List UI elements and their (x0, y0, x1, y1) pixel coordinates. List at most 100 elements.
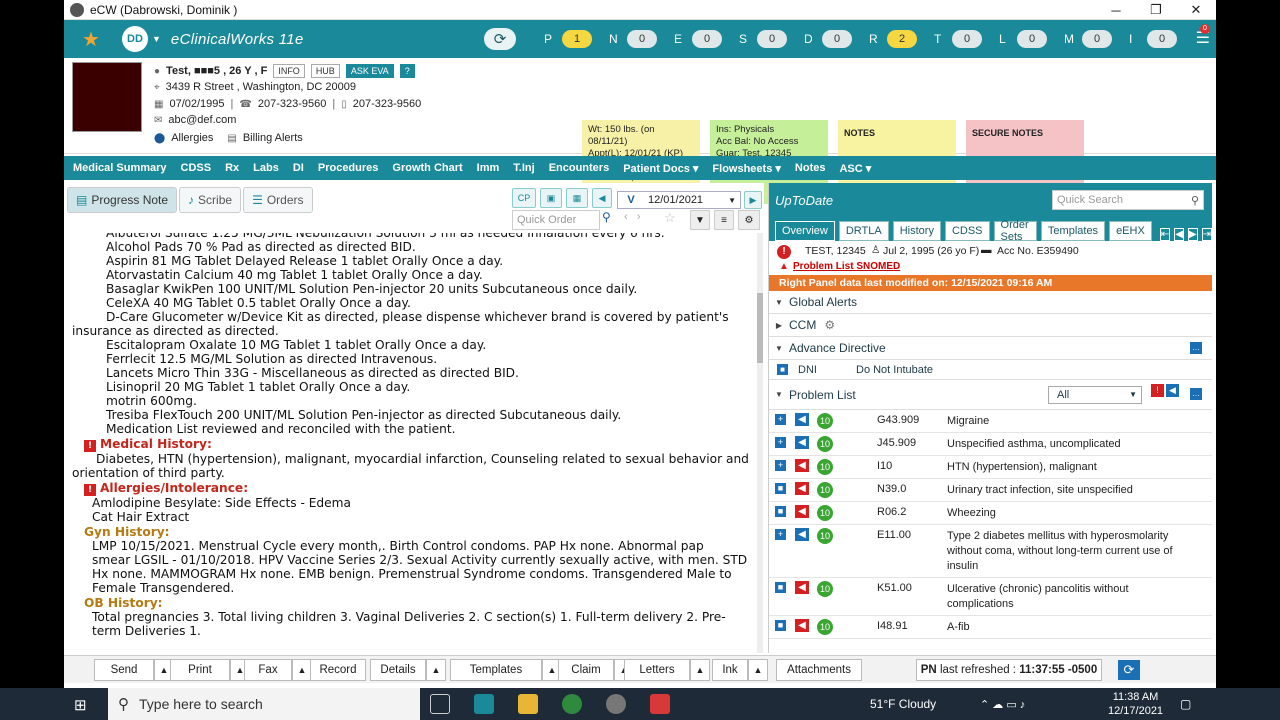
note-scrollbar[interactable] (757, 233, 763, 653)
nav-item[interactable]: DI (293, 162, 304, 174)
nav-item[interactable]: Encounters (549, 162, 610, 174)
weather[interactable]: 51°F Cloudy (870, 688, 936, 720)
jellybean-t[interactable]: T0 (934, 30, 982, 48)
claim-button[interactable]: Claim (558, 659, 614, 681)
problem-row[interactable]: + ◀ 10 I10 HTN (hypertension), malignant (769, 456, 1212, 479)
app-s-icon[interactable] (650, 694, 670, 714)
nav-item[interactable]: Procedures (318, 162, 379, 174)
nav-item[interactable]: CDSS (181, 162, 212, 174)
jellybean-p[interactable]: P1 (544, 30, 592, 48)
problem-list-section[interactable]: ▼ Problem List All ▼ ! ◀ … (769, 380, 1212, 410)
caret-up-icon[interactable]: ▲ (292, 659, 312, 681)
favorite-star-icon[interactable]: ☆ (664, 210, 676, 226)
nav-item[interactable]: Labs (253, 162, 279, 174)
nav-item[interactable]: Flowsheets ▾ (712, 162, 780, 175)
fax-button[interactable]: Fax (244, 659, 292, 681)
letters-button[interactable]: Letters (624, 659, 690, 681)
caret-up-icon[interactable]: ▲ (748, 659, 768, 681)
jellybean-i[interactable]: I0 (1129, 30, 1177, 48)
record-button[interactable]: Record (310, 659, 366, 681)
expand-icon[interactable]: + (775, 460, 786, 471)
document-icon[interactable]: ▣ (540, 188, 562, 208)
send-button[interactable]: Send (94, 659, 154, 681)
back-arrow-icon[interactable]: ◀ (795, 505, 809, 518)
billing-alerts-link[interactable]: Billing Alerts (243, 132, 303, 144)
cp-button[interactable]: CP (512, 188, 536, 208)
hub-button[interactable]: HUB (310, 64, 340, 78)
jellybean-d[interactable]: D0 (804, 30, 852, 48)
nav-item[interactable]: Imm (477, 162, 500, 174)
notification-icon[interactable]: ▢ (1180, 688, 1191, 720)
note-content[interactable]: Albuterol Sulfate 1.25 MG/3ML Nebulizati… (72, 233, 752, 653)
tab-cdss[interactable]: CDSS (944, 221, 990, 241)
filter-icon[interactable]: ▼ (690, 210, 710, 230)
attachments-button[interactable]: Attachments (776, 659, 862, 681)
jellybean-s[interactable]: S0 (739, 30, 787, 48)
back-arrow-icon[interactable]: ◀ (795, 619, 809, 632)
prev-arrow-icon[interactable]: ◀ (1174, 228, 1184, 241)
alert-icon[interactable]: ! (1151, 384, 1164, 397)
back-arrow-icon[interactable]: ◀ (795, 459, 809, 472)
back-arrow-icon[interactable]: ◀ (795, 436, 809, 449)
nav-item[interactable]: Growth Chart (392, 162, 462, 174)
expand-icon[interactable]: + (775, 437, 786, 448)
tab-order-sets[interactable]: Order Sets (993, 219, 1037, 243)
settings-icon[interactable]: ⚙ (738, 210, 760, 230)
problem-row[interactable]: ■ ◀ 10 K51.00 Ulcerative (chronic) pancoliti… (769, 578, 1212, 616)
patient-photo[interactable] (72, 62, 142, 132)
caret-up-icon[interactable]: ▲ (690, 659, 710, 681)
back-arrow-icon[interactable]: ◀ (592, 188, 612, 208)
star-icon[interactable]: ★ (76, 27, 106, 52)
tab-templates[interactable]: Templates (1040, 221, 1106, 241)
checklist-icon[interactable]: ≡ (714, 210, 734, 230)
first-arrow-icon[interactable]: ⇤ (1159, 228, 1171, 241)
back-arrow-icon[interactable]: ◀ (1166, 384, 1179, 397)
nav-item[interactable]: Notes (795, 162, 826, 174)
ccm-section[interactable]: ▶ CCM ⚙ (769, 314, 1212, 337)
problem-row[interactable]: + ◀ 10 J45.909 Unspecified asthma, uncomplic… (769, 433, 1212, 456)
advance-directive-section[interactable]: ▼ Advance Directive… (769, 337, 1212, 360)
allergies-link[interactable]: Allergies (171, 132, 213, 144)
problem-row[interactable]: + ◀ 10 E11.00 Type 2 diabetes mellitus with … (769, 525, 1212, 578)
jellybean-r[interactable]: R2 (869, 30, 917, 48)
problem-row[interactable]: ■ ◀ 10 N39.0 Urinary tract infection, site u… (769, 479, 1212, 502)
windows-start-icon[interactable]: ⊞ (74, 696, 87, 714)
clock[interactable]: 11:38 AM 12/17/2021 (1108, 688, 1163, 720)
taskbar-search[interactable]: ⚲ Type here to search (108, 688, 420, 720)
more-icon[interactable]: … (1190, 342, 1202, 354)
print-button[interactable]: Print (170, 659, 230, 681)
tab-overview[interactable]: Overview (775, 221, 835, 241)
search-icon[interactable]: ⚲ (602, 210, 611, 224)
last-arrow-icon[interactable]: ⇥ (1201, 228, 1212, 241)
expand-icon[interactable]: + (775, 529, 786, 540)
help-button[interactable]: ? (399, 64, 415, 78)
more-icon[interactable]: … (1190, 388, 1202, 400)
back-arrow-icon[interactable]: ◀ (795, 413, 809, 426)
back-arrow-icon[interactable]: ◀ (795, 482, 809, 495)
user-avatar[interactable]: DD (122, 26, 148, 52)
ink-button[interactable]: Ink (712, 659, 748, 681)
visit-date-select[interactable]: V 12/01/2021 ▼ (617, 191, 741, 209)
forward-arrow-icon[interactable]: ▶ (744, 191, 762, 209)
nav-item[interactable]: Rx (225, 162, 239, 174)
expand-icon[interactable]: ■ (775, 483, 786, 494)
ask-eva-button[interactable]: ASK EVA (345, 64, 394, 78)
task-view-icon[interactable] (430, 694, 450, 714)
search-icon[interactable]: ⚲ (1191, 194, 1203, 207)
back-arrow-icon[interactable]: ◀ (795, 528, 809, 541)
quick-order-input[interactable]: Quick Order (512, 210, 600, 230)
grid-icon[interactable]: ▦ (566, 188, 588, 208)
tab-progress-note[interactable]: ▤ Progress Note (67, 187, 178, 213)
tab-history[interactable]: History (892, 221, 941, 241)
nav-item[interactable]: ASC ▾ (839, 162, 871, 175)
ecw-taskbar-icon[interactable] (606, 694, 626, 714)
expand-icon[interactable]: ■ (775, 582, 786, 593)
back-arrow-icon[interactable]: ◀ (795, 581, 809, 594)
chrome-icon[interactable] (562, 694, 582, 714)
expand-icon[interactable]: + (775, 414, 786, 425)
problem-row[interactable]: ■ ◀ 10 I48.91 A-fib (769, 616, 1212, 639)
quick-search-input[interactable]: Quick Search ⚲ (1052, 190, 1204, 210)
patient-email[interactable]: abc@def.com (168, 114, 236, 126)
tab-drtla[interactable]: DRTLA (838, 221, 889, 241)
scroll-thumb[interactable] (757, 293, 763, 363)
